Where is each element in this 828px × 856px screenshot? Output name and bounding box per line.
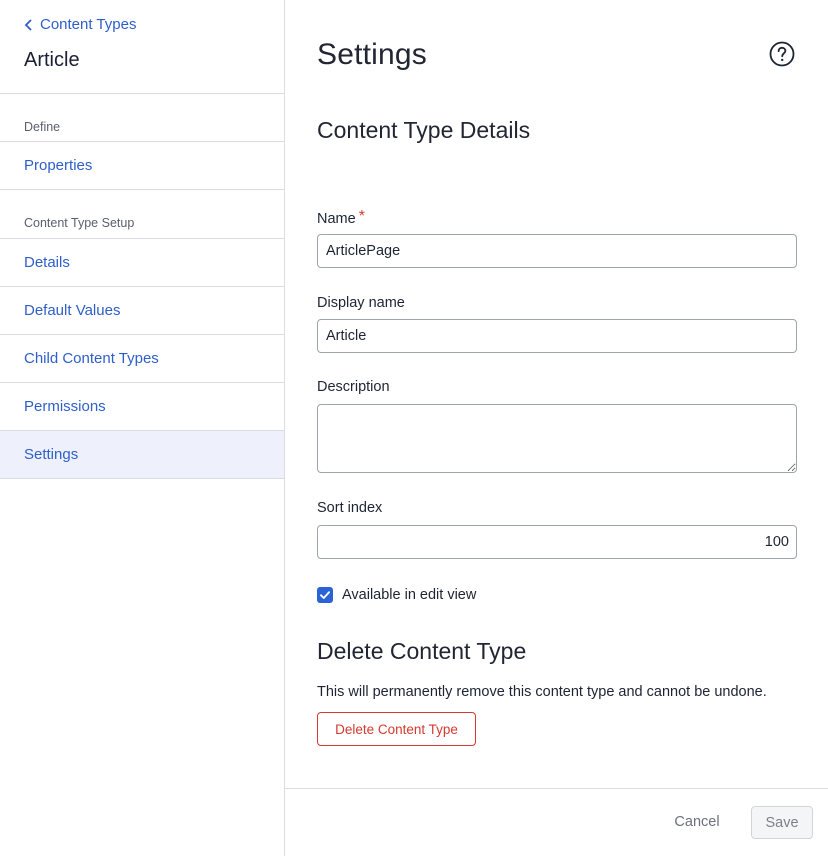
- name-input[interactable]: [317, 234, 797, 268]
- cancel-button[interactable]: Cancel: [659, 806, 735, 838]
- sidebar-item-default-values[interactable]: Default Values: [0, 287, 284, 335]
- delete-content-type-heading: Delete Content Type: [317, 638, 527, 664]
- available-in-edit-view-row[interactable]: Available in edit view: [317, 587, 476, 603]
- sidebar: Content Types Article Define Properties …: [0, 0, 285, 856]
- main-panel: Settings Content Type Details Name* Disp…: [285, 0, 828, 856]
- description-textarea[interactable]: [317, 404, 797, 473]
- footer-divider: [285, 788, 828, 789]
- sidebar-item-properties[interactable]: Properties: [0, 142, 284, 190]
- sidebar-item-permissions[interactable]: Permissions: [0, 383, 284, 431]
- chevron-left-icon: [24, 18, 32, 31]
- question-circle-icon[interactable]: [769, 41, 795, 67]
- sidebar-item-child-content-types[interactable]: Child Content Types: [0, 335, 284, 383]
- delete-content-type-button[interactable]: Delete Content Type: [317, 712, 476, 746]
- available-in-edit-view-checkbox[interactable]: [317, 587, 333, 603]
- required-marker: *: [358, 208, 365, 225]
- section-label-define: Define: [24, 120, 61, 134]
- sidebar-title: Article: [24, 49, 80, 71]
- sidebar-item-details[interactable]: Details: [0, 239, 284, 287]
- name-label-text: Name: [317, 211, 356, 227]
- description-label: Description: [317, 379, 390, 395]
- back-to-content-types-link[interactable]: Content Types: [24, 16, 136, 33]
- sidebar-divider: [0, 93, 284, 94]
- sort-index-input[interactable]: [317, 525, 797, 559]
- section-label-content-type-setup: Content Type Setup: [24, 216, 135, 230]
- delete-description: This will permanently remove this conten…: [317, 684, 767, 700]
- sidebar-item-settings[interactable]: Settings: [0, 431, 284, 479]
- back-link-label: Content Types: [40, 16, 137, 33]
- available-in-edit-view-label: Available in edit view: [342, 587, 477, 603]
- checkmark-icon: [320, 591, 330, 599]
- name-label: Name *: [317, 208, 365, 228]
- sort-index-label: Sort index: [317, 500, 383, 516]
- save-button[interactable]: Save: [751, 806, 813, 839]
- display-name-input[interactable]: [317, 319, 797, 353]
- page-title: Settings: [317, 38, 427, 71]
- display-name-label: Display name: [317, 295, 405, 311]
- content-type-details-heading: Content Type Details: [317, 117, 531, 143]
